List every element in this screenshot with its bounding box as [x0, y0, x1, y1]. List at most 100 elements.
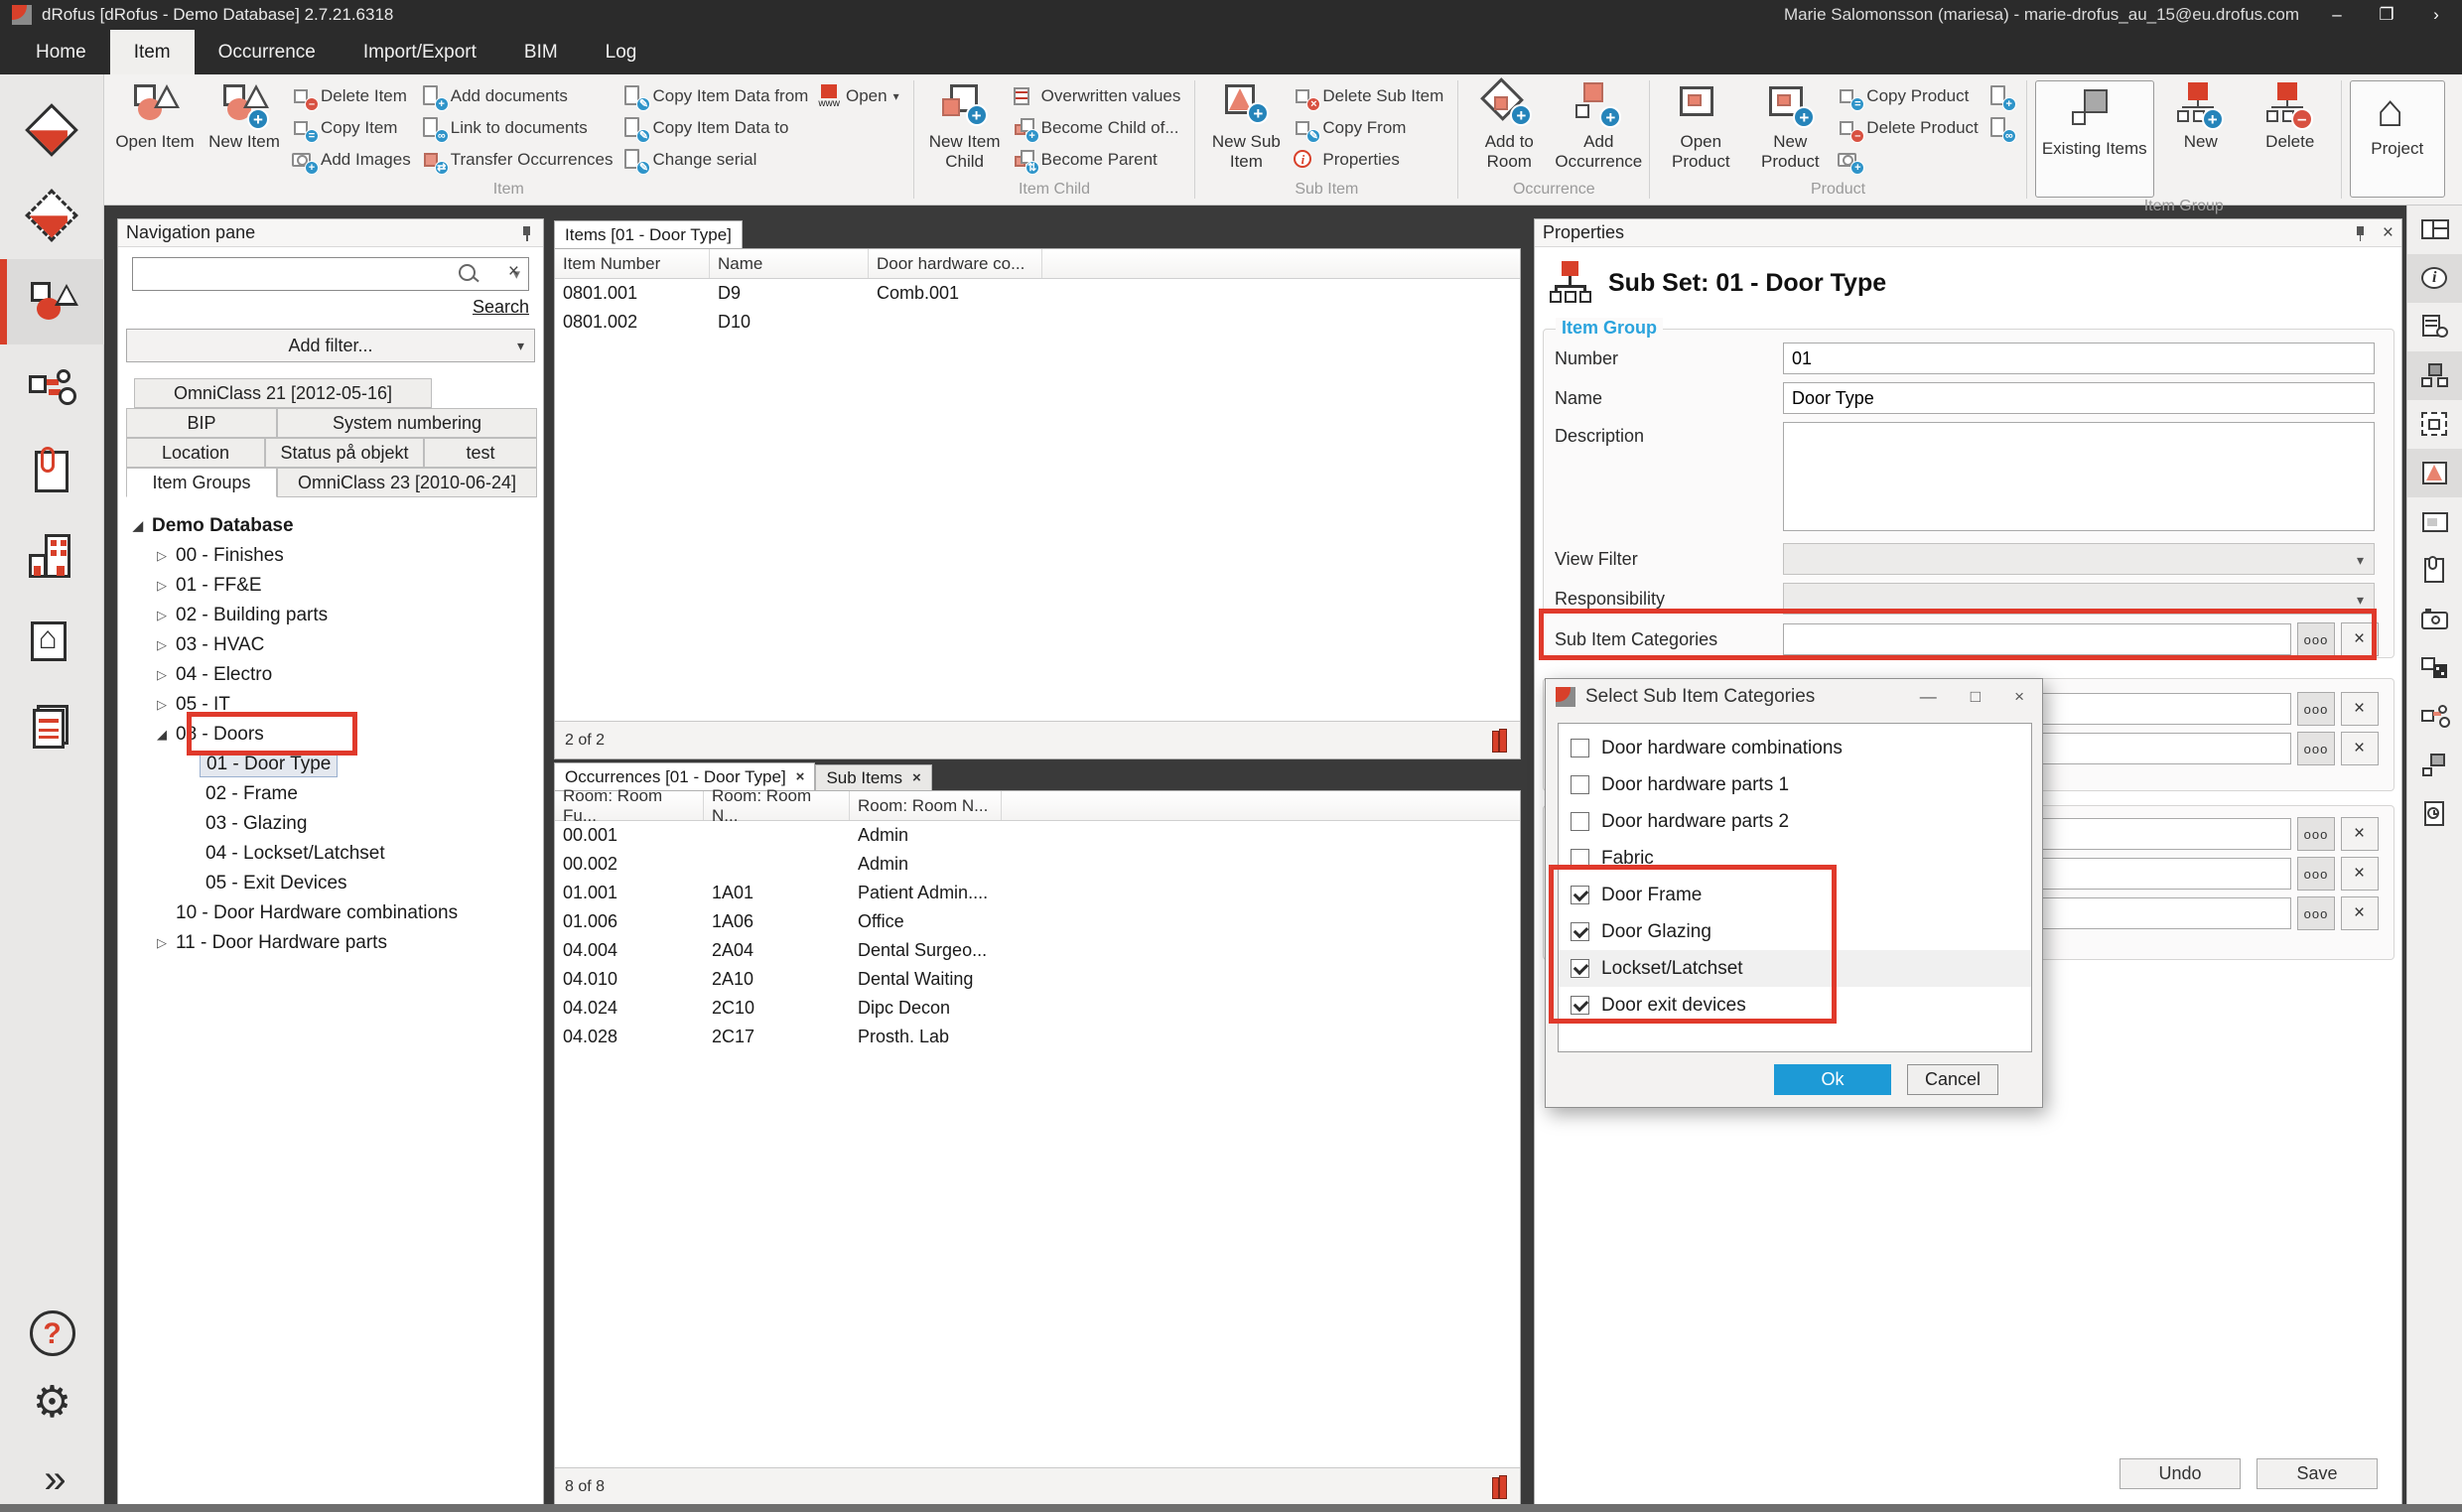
browse-button[interactable]: ooo: [2297, 857, 2335, 891]
occurrence-row[interactable]: 04.0282C17Prosth. Lab: [555, 1023, 1520, 1051]
tree-item-02-building-parts[interactable]: ▷02 - Building parts: [124, 601, 539, 630]
minimize-button[interactable]: –: [2325, 5, 2349, 25]
browse-button[interactable]: ooo: [2297, 817, 2335, 851]
product-add-image-button[interactable]: +: [1837, 146, 1983, 174]
tree-collapsed-icon[interactable]: ▷: [154, 667, 170, 683]
attachments-button[interactable]: [2407, 546, 2462, 595]
delete-sub-item-button[interactable]: × Delete Sub Item: [1293, 82, 1449, 110]
menu-tab-item[interactable]: Item: [110, 30, 195, 74]
new-sub-item-button[interactable]: + New Sub Item: [1203, 80, 1289, 171]
items-tab[interactable]: Items [01 - Door Type]: [554, 220, 743, 248]
close-panel-icon[interactable]: ×: [2383, 224, 2394, 242]
delete-item-group-button[interactable]: – Delete: [2248, 80, 2333, 152]
save-button[interactable]: Save: [2257, 1458, 2378, 1489]
occurrence-row[interactable]: 04.0042A04Dental Surgeo...: [555, 936, 1520, 965]
items-list-button[interactable]: [2407, 351, 2462, 400]
nav-tab-bip[interactable]: BIP: [126, 408, 277, 438]
overwritten-values-button[interactable]: Overwritten values: [1012, 82, 1187, 110]
nav-tab-item-groups[interactable]: Item Groups: [126, 468, 277, 497]
close-button[interactable]: ›: [2424, 5, 2448, 25]
cancel-button[interactable]: Cancel: [1907, 1064, 1998, 1095]
category-option[interactable]: Door Glazing: [1559, 913, 2031, 950]
occurrence-row[interactable]: 00.002Admin: [555, 850, 1520, 879]
search-icon[interactable]: [456, 261, 481, 287]
pin-icon[interactable]: [2353, 224, 2369, 242]
checkbox-icon[interactable]: [1571, 775, 1589, 794]
sidebar-building-button[interactable]: [0, 515, 104, 601]
occurrence-row[interactable]: 04.0242C10Dipc Decon: [555, 994, 1520, 1023]
open-product-button[interactable]: Open Product: [1658, 80, 1743, 171]
add-documents-button[interactable]: + Add documents: [421, 82, 619, 110]
new-product-button[interactable]: + New Product: [1747, 80, 1833, 171]
classification-button[interactable]: [2407, 643, 2462, 692]
occ-col-room-function[interactable]: Room: Room Fu...: [555, 791, 704, 820]
link-to-documents-button[interactable]: ∞ Link to documents: [421, 114, 619, 142]
tree-collapsed-icon[interactable]: ▷: [154, 637, 170, 653]
sidebar-room-templates-button[interactable]: [0, 174, 104, 259]
open-item-button[interactable]: Open Item: [112, 80, 198, 152]
tree-expanded-icon[interactable]: ◢: [130, 518, 146, 534]
category-option[interactable]: Lockset/Latchset: [1559, 950, 2031, 987]
add-occurrence-button[interactable]: + Add Occurrence: [1556, 80, 1641, 171]
new-item-group-button[interactable]: + New: [2158, 80, 2244, 152]
product-add-document-button[interactable]: +: [1988, 82, 2018, 110]
tree-item-02-frame[interactable]: 02 - Frame: [124, 779, 539, 809]
checkbox-icon[interactable]: [1571, 812, 1589, 831]
occurrence-row[interactable]: 01.0011A01Patient Admin....: [555, 879, 1520, 907]
dialog-close-button[interactable]: ×: [2014, 687, 2024, 707]
ok-button[interactable]: Ok: [1774, 1064, 1891, 1095]
dialog-minimize-button[interactable]: —: [1920, 687, 1937, 707]
transfer-occurrences-button[interactable]: ⇄ Transfer Occurrences: [421, 146, 619, 174]
close-tab-icon[interactable]: ×: [912, 769, 921, 786]
menu-tab-occurrence[interactable]: Occurrence: [195, 30, 340, 74]
category-option[interactable]: Door Frame: [1559, 877, 2031, 913]
layout-button[interactable]: [2407, 206, 2462, 254]
category-option[interactable]: Door hardware combinations: [1559, 730, 2031, 766]
tree-item-05-exit-devices[interactable]: 05 - Exit Devices: [124, 869, 539, 898]
occ-col-room-number[interactable]: Room: Room N...: [704, 791, 850, 820]
tree-item-demo-database[interactable]: ◢Demo Database: [124, 511, 539, 541]
nav-tab-omniclass23[interactable]: OmniClass 23 [2010-06-24]: [277, 468, 537, 497]
sidebar-expand-button[interactable]: »: [0, 1437, 104, 1512]
become-parent-button[interactable]: ⇅ Become Parent: [1012, 146, 1187, 174]
responsibility-select[interactable]: ▾: [1783, 583, 2375, 615]
menu-tab-import-export[interactable]: Import/Export: [340, 30, 500, 74]
checkbox-icon[interactable]: [1571, 922, 1589, 941]
clear-button[interactable]: ×: [2341, 732, 2379, 765]
tree-collapsed-icon[interactable]: ▷: [154, 935, 170, 951]
tree-collapsed-icon[interactable]: ▷: [154, 578, 170, 594]
report-icon[interactable]: [1490, 729, 1510, 753]
tree-item-00-finishes[interactable]: ▷00 - Finishes: [124, 541, 539, 571]
copy-item-data-from-button[interactable]: ✎ Copy Item Data from: [622, 82, 814, 110]
sub-item-categories-browse-button[interactable]: ooo: [2297, 622, 2335, 656]
menu-tab-log[interactable]: Log: [582, 30, 661, 74]
maximize-button[interactable]: ❐: [2375, 5, 2398, 25]
number-field[interactable]: [1783, 343, 2375, 374]
tree-item-10-door-hardware-combinations[interactable]: 10 - Door Hardware combinations: [124, 898, 539, 928]
item-data-button[interactable]: [2407, 303, 2462, 351]
info-panel-button[interactable]: i: [2407, 254, 2462, 303]
sub-item-categories-field[interactable]: [1783, 623, 2291, 655]
sub-items-button[interactable]: [2407, 449, 2462, 497]
items-col-name[interactable]: Name: [710, 249, 869, 278]
tree-expanded-icon[interactable]: ◢: [154, 727, 170, 743]
menu-tab-home[interactable]: Home: [12, 30, 110, 74]
category-option[interactable]: Door hardware parts 1: [1559, 766, 2031, 803]
checkbox-icon[interactable]: [1571, 886, 1589, 904]
history-button[interactable]: [2407, 789, 2462, 838]
tree-item-08-doors[interactable]: ◢08 - Doors: [124, 720, 539, 750]
occurrence-row[interactable]: 00.001Admin: [555, 821, 1520, 850]
checkbox-icon[interactable]: [1571, 739, 1589, 757]
new-item-button[interactable]: + New Item: [202, 80, 287, 152]
sidebar-reports-button[interactable]: [0, 686, 104, 771]
copy-from-button[interactable]: ✎ Copy From: [1293, 114, 1449, 142]
items-row[interactable]: 0801.001 D9 Comb.001: [555, 279, 1520, 308]
copy-product-button[interactable]: = Copy Product: [1837, 82, 1983, 110]
clear-button[interactable]: ×: [2341, 817, 2379, 851]
items-col-door-hardware[interactable]: Door hardware co...: [869, 249, 1042, 278]
related-items-button[interactable]: [2407, 741, 2462, 789]
search-clear-icon[interactable]: ×: [508, 263, 519, 281]
clear-button[interactable]: ×: [2341, 857, 2379, 891]
name-field[interactable]: [1783, 382, 2375, 414]
sub-item-categories-clear-button[interactable]: ×: [2341, 622, 2379, 656]
